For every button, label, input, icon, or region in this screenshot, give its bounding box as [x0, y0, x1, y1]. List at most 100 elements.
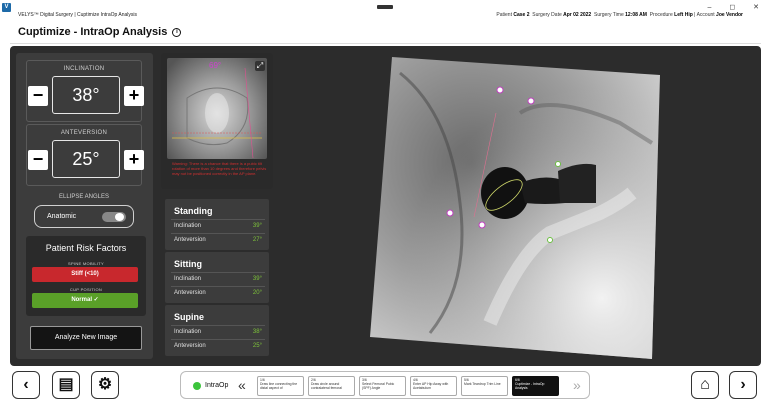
drag-handle[interactable]: [377, 5, 393, 9]
acetabular-cup: [481, 167, 529, 219]
thumbnail-overlay: [172, 67, 262, 159]
case-meta: Patient Case 2 Surgery Date Apr 02 2022 …: [496, 12, 743, 18]
cup-position-badge: Normal ✓: [32, 293, 138, 308]
gear-icon: ⚙: [97, 376, 113, 393]
xray-viewer[interactable]: [370, 53, 660, 363]
notes-button[interactable]: ▤: [52, 371, 80, 399]
analyze-new-image-button[interactable]: Analyze New Image: [30, 326, 142, 350]
step-text: Cuptimize - IntraOp Analysis: [515, 382, 545, 390]
workflow-stepper: IntraOp « 1/6 Draw line connecting the di…: [180, 371, 590, 399]
anteversion-label: ANTEVERSION: [60, 130, 108, 136]
meta-value: Apr 02 2022: [563, 12, 592, 18]
app-title: VELYS™ Digital Surgery | Cuptimize Intra…: [18, 12, 138, 18]
toggle-label: Anatomic: [47, 213, 77, 220]
step-text: Draw line connecting the distal aspect o…: [260, 382, 298, 390]
tilt-warning: Warning: There is a chance that there is…: [172, 161, 267, 176]
inclination-row: Inclination 39°: [171, 272, 265, 285]
app-icon: V: [2, 3, 11, 12]
home-button[interactable]: ⌂: [691, 371, 719, 399]
back-button[interactable]: ‹: [12, 371, 40, 399]
workflow-step[interactable]: 3/6 Select Femoral Pubic (SPF) Angle: [359, 376, 406, 396]
step-text: Draw circle around contralateral femoral: [311, 382, 342, 390]
info-icon[interactable]: i: [172, 28, 182, 37]
workflow-step[interactable]: 2/6 Draw circle around contralateral femo…: [308, 376, 355, 396]
xray-thumbnail[interactable]: 69° ⤢: [167, 58, 267, 159]
row-label: Anteversion: [174, 237, 206, 243]
standing-card: Standing Inclination 39° Anteversion 27°: [165, 199, 269, 250]
inclination-decrease-button[interactable]: −: [28, 86, 48, 106]
page-title-text: Cuptimize - IntraOp Analysis: [18, 26, 168, 38]
anteversion-row: Anteversion 25°: [171, 339, 265, 352]
workflow-status: IntraOp: [205, 382, 229, 389]
inclination-increase-button[interactable]: +: [124, 86, 144, 106]
page-title: Cuptimize - IntraOp Analysis i: [18, 26, 182, 38]
anteversion-value: 25°: [52, 140, 120, 178]
risk-title: Patient Risk Factors: [45, 243, 127, 253]
landmark-point[interactable]: [446, 209, 454, 217]
meta-value: 12:08 AM: [625, 12, 647, 18]
row-label: Inclination: [174, 276, 202, 282]
anatomic-toggle-switch[interactable]: [102, 212, 126, 222]
double-chevron-right-icon[interactable]: »: [573, 377, 581, 393]
sitting-card: Sitting Inclination 39° Anteversion 20°: [165, 252, 269, 303]
meta-value: Joe Vendor: [716, 12, 743, 18]
home-icon: ⌂: [700, 376, 710, 393]
xray-image[interactable]: [370, 53, 660, 363]
meta-label: Account: [696, 12, 715, 18]
meta-label: Surgery Date: [532, 12, 562, 18]
row-value: 20°: [252, 290, 262, 296]
row-label: Anteversion: [174, 343, 206, 349]
row-value: 39°: [252, 223, 262, 229]
inclination-label: INCLINATION: [63, 66, 105, 72]
landmark-point[interactable]: [527, 97, 535, 105]
supine-card: Supine Inclination 38° Anteversion 25°: [165, 305, 269, 356]
position-title: Standing: [174, 206, 213, 216]
spine-mobility-label: SPINE MOBILITY: [68, 261, 104, 266]
anteversion-decrease-button[interactable]: −: [28, 150, 48, 170]
femoral-landmark[interactable]: [555, 161, 561, 167]
window-controls[interactable]: – ◻ ✕: [708, 3, 767, 11]
anteversion-row: Anteversion 27°: [171, 233, 265, 246]
spine-mobility-badge: Stiff (<10): [32, 267, 138, 282]
row-value: 27°: [252, 237, 262, 243]
landmark-point[interactable]: [496, 86, 504, 94]
settings-button[interactable]: ⚙: [91, 371, 119, 399]
inclination-row: Inclination 38°: [171, 325, 265, 338]
workflow-step[interactable]: 5/6 Mark Teardrop Trim Line: [461, 376, 508, 396]
ellipse-angles-label: ELLIPSE ANGLES: [58, 194, 110, 200]
step-text: Select Femoral Pubic (SPF) Angle: [362, 382, 395, 390]
meta-label: Procedure: [649, 12, 673, 18]
workflow-step[interactable]: 1/6 Draw line connecting the distal aspec…: [257, 376, 304, 396]
row-label: Inclination: [174, 329, 202, 335]
inclination-row: Inclination 39°: [171, 219, 265, 232]
chat-icon: ▤: [58, 376, 74, 393]
ellipse-toggle[interactable]: Anatomic: [34, 205, 134, 228]
meta-label: Surgery Time: [594, 12, 624, 18]
double-chevron-left-icon[interactable]: «: [238, 377, 246, 393]
xray-thumbnail-panel: 69° ⤢ Warning: There is a chance that th…: [161, 53, 273, 189]
risk-factors-panel: Patient Risk Factors SPINE MOBILITY Stif…: [26, 236, 146, 316]
anteversion-increase-button[interactable]: +: [124, 150, 144, 170]
tilt-angle-readout: 69°: [209, 61, 222, 70]
step-text: Mark Teardrop Trim Line: [464, 382, 501, 386]
position-title: Sitting: [174, 259, 202, 269]
landmark-point[interactable]: [478, 221, 486, 229]
status-dot-icon: [193, 382, 201, 390]
workflow-step[interactable]: 4/6 Enter AP Hip Away with Acetabulum: [410, 376, 457, 396]
stem: [558, 163, 596, 203]
row-value: 25°: [252, 343, 262, 349]
meta-value: Case 2: [513, 12, 530, 18]
step-text: Enter AP Hip Away with Acetabulum: [413, 382, 449, 390]
row-label: Inclination: [174, 223, 202, 229]
expand-icon[interactable]: ⤢: [255, 61, 265, 71]
workflow-step-active[interactable]: 6/6 Cuptimize - IntraOp Analysis: [512, 376, 559, 396]
meta-label: Patient: [496, 12, 512, 18]
toggle-knob: [115, 213, 124, 221]
femoral-landmark[interactable]: [547, 237, 553, 243]
row-value: 38°: [252, 329, 262, 335]
anteversion-row: Anteversion 20°: [171, 286, 265, 299]
row-value: 39°: [252, 276, 262, 282]
row-label: Anteversion: [174, 290, 206, 296]
chevron-left-icon: ‹: [23, 376, 29, 393]
forward-button[interactable]: ›: [729, 371, 757, 399]
